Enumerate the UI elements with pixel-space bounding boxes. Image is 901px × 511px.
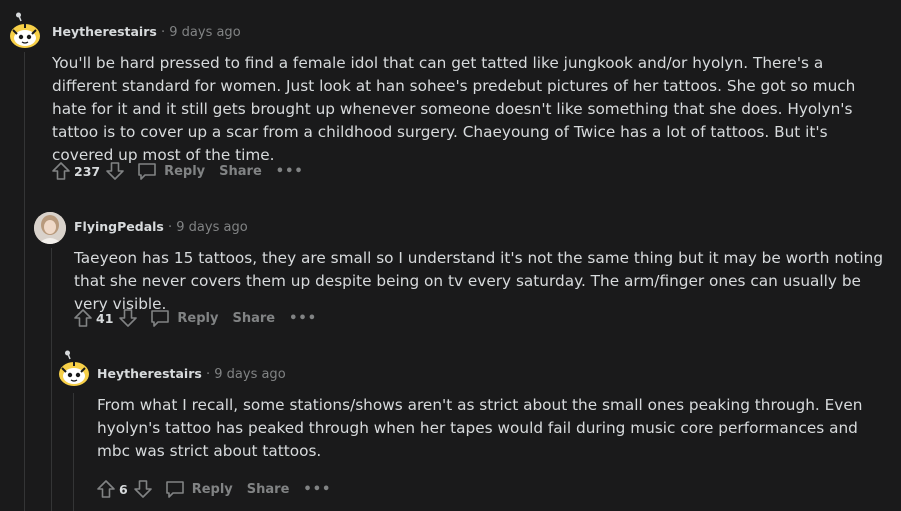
more-options-icon[interactable]: •••: [303, 482, 331, 497]
comment-author[interactable]: Heytherestairs: [52, 24, 157, 39]
share-button[interactable]: Share: [219, 164, 262, 179]
user-photo-icon: [34, 212, 66, 244]
comment-body: Taeyeon has 15 tattoos, they are small s…: [74, 249, 884, 313]
reply-button[interactable]: Reply: [149, 307, 218, 329]
vote-score: 41: [96, 310, 114, 326]
reply-button[interactable]: Reply: [136, 160, 205, 182]
comment-meta: FlyingPedals · 9 days ago: [74, 219, 248, 235]
comment-meta: Heytherestairs · 9 days ago: [52, 24, 241, 40]
thread-line[interactable]: [51, 248, 52, 511]
downvote-icon[interactable]: [132, 478, 154, 500]
comment-bubble-icon: [136, 160, 158, 182]
share-button[interactable]: Share: [232, 311, 275, 326]
avatar[interactable]: [34, 212, 66, 244]
comment-meta: Heytherestairs · 9 days ago: [97, 366, 286, 382]
comment-author[interactable]: FlyingPedals: [74, 219, 164, 234]
meta-separator: ·: [160, 25, 166, 40]
reply-label: Reply: [177, 310, 219, 326]
vote-score: 6: [119, 481, 128, 497]
downvote-icon[interactable]: [104, 160, 126, 182]
comment-actions: 237 Reply Share •••: [50, 160, 304, 182]
downvote-icon[interactable]: [117, 307, 139, 329]
comment-body: From what I recall, some stations/shows …: [97, 396, 863, 460]
snoo-avatar-icon: [10, 12, 40, 48]
snoo-avatar-icon: [59, 350, 89, 386]
reply-label: Reply: [164, 163, 206, 179]
share-button[interactable]: Share: [247, 482, 290, 497]
upvote-icon[interactable]: [50, 160, 72, 182]
meta-separator: ·: [168, 220, 173, 235]
comment-timestamp[interactable]: 9 days ago: [169, 25, 240, 40]
comment-bubble-icon: [149, 307, 171, 329]
reply-label: Reply: [191, 481, 233, 497]
thread-line[interactable]: [24, 52, 25, 511]
vote-score: 237: [74, 163, 101, 179]
reply-button[interactable]: Reply: [164, 478, 233, 500]
meta-separator: ·: [205, 367, 211, 382]
comment-body: You'll be hard pressed to find a female …: [52, 54, 856, 164]
comment-timestamp[interactable]: 9 days ago: [176, 220, 247, 235]
comment-timestamp[interactable]: 9 days ago: [214, 367, 285, 382]
comment-bubble-icon: [164, 478, 186, 500]
avatar[interactable]: [8, 12, 42, 50]
comment-actions: 41 Reply Share •••: [72, 307, 317, 329]
upvote-icon[interactable]: [95, 478, 117, 500]
avatar[interactable]: [57, 350, 91, 388]
upvote-icon[interactable]: [72, 307, 94, 329]
more-options-icon[interactable]: •••: [276, 164, 304, 179]
thread-line[interactable]: [73, 393, 74, 511]
comment-actions: 6 Reply Share •••: [95, 478, 331, 500]
comment-author[interactable]: Heytherestairs: [97, 366, 202, 381]
more-options-icon[interactable]: •••: [289, 311, 317, 326]
